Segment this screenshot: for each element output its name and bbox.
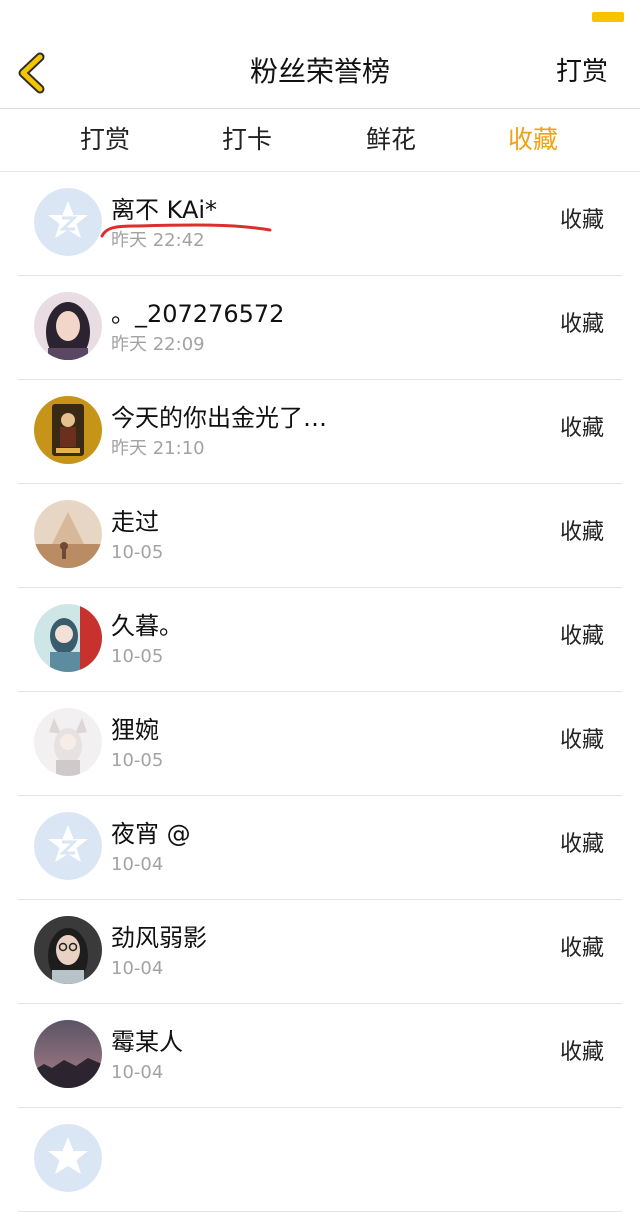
tab-favorites[interactable]: 收藏 (508, 109, 558, 171)
favorite-label: 收藏 (559, 936, 604, 961)
fan-name: 霉某人 (111, 1028, 183, 1056)
favorite-label: 收藏 (559, 624, 604, 649)
reward-button[interactable]: 打赏 (556, 54, 608, 90)
fan-name: 久暮。 (111, 612, 183, 640)
tab-checkin[interactable]: 打卡 (222, 109, 272, 171)
page-title: 粉丝荣誉榜 (249, 55, 390, 88)
dusk-sky-photo[interactable] (34, 1020, 102, 1088)
fan-name: 离不 KAi* (111, 196, 218, 224)
illustration-photo[interactable] (34, 500, 102, 568)
glasses-girl-photo[interactable] (34, 916, 102, 984)
list-item[interactable]: 今天的你出金光了… 昨天 21:10 收藏 (0, 380, 640, 484)
fan-time: 昨天 21:10 (111, 438, 205, 459)
fan-name: 。_207276572 (111, 300, 285, 328)
list-item[interactable]: 狸婉 10-05 收藏 (0, 692, 640, 796)
list-item[interactable] (0, 1108, 640, 1212)
fan-time: 10-04 (111, 1062, 164, 1083)
favorite-label: 收藏 (559, 832, 604, 857)
fan-time: 昨天 22:09 (111, 334, 205, 355)
status-bar (0, 0, 640, 40)
list-item[interactable]: 离不 KAi* 昨天 22:42 收藏 (0, 172, 640, 276)
tab-reward[interactable]: 打赏 (80, 109, 130, 171)
battery-icon (592, 12, 624, 22)
fan-name: 劲风弱影 (111, 924, 207, 952)
anime-girl-photo[interactable] (34, 604, 102, 672)
default-avatar-icon[interactable] (34, 812, 102, 880)
list-item[interactable]: 久暮。 10-05 收藏 (0, 588, 640, 692)
fox-girl-photo[interactable] (34, 708, 102, 776)
tab-flowers[interactable]: 鲜花 (366, 109, 416, 171)
list-item[interactable]: 夜宵 @ 10-04 收藏 (0, 796, 640, 900)
list-item[interactable]: 劲风弱影 10-04 收藏 (0, 900, 640, 1004)
game-card-photo[interactable] (34, 396, 102, 464)
fan-time: 10-05 (111, 542, 164, 563)
tab-bar: 打赏 打卡 鲜花 收藏 (0, 109, 640, 172)
fan-time: 10-05 (111, 646, 164, 667)
favorite-label: 收藏 (559, 520, 604, 545)
favorite-label: 收藏 (559, 728, 604, 753)
favorite-label: 收藏 (559, 1040, 604, 1065)
fan-time: 10-04 (111, 958, 164, 979)
favorite-label: 收藏 (559, 312, 604, 337)
default-avatar-icon[interactable] (34, 1124, 102, 1192)
favorite-label: 收藏 (559, 416, 604, 441)
list-item[interactable]: 走过 10-05 收藏 (0, 484, 640, 588)
list-item[interactable]: 霉某人 10-04 收藏 (0, 1004, 640, 1108)
fan-time: 10-04 (111, 854, 164, 875)
favorite-label: 收藏 (559, 208, 604, 233)
girl-portrait-photo[interactable] (34, 292, 102, 360)
list-item[interactable]: 。_207276572 昨天 22:09 收藏 (0, 276, 640, 380)
fan-name: 走过 (111, 508, 159, 536)
fan-name: 狸婉 (111, 716, 159, 744)
nav-bar: 粉丝荣誉榜 打赏 (0, 40, 640, 109)
fan-time: 10-05 (111, 750, 164, 771)
fan-list: 离不 KAi* 昨天 22:42 收藏 。_207276572 昨天 22:09… (0, 172, 640, 1212)
default-avatar-icon[interactable] (34, 188, 102, 256)
fan-name: 夜宵 @ (111, 820, 191, 848)
fan-time: 昨天 22:42 (111, 230, 205, 251)
fan-name: 今天的你出金光了… (111, 404, 327, 432)
